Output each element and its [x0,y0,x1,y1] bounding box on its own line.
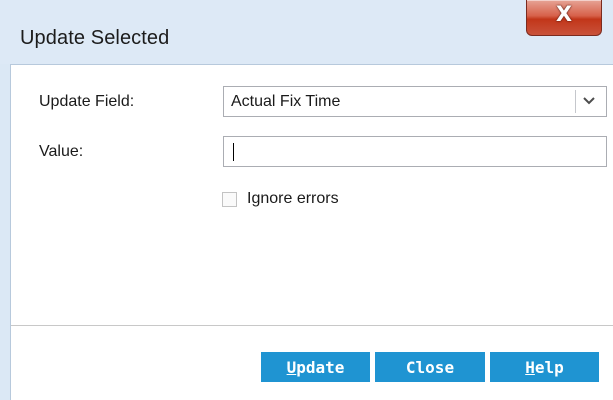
close-button[interactable]: Close [375,352,485,382]
close-icon: X [555,2,573,26]
ignore-errors-checkbox[interactable] [222,192,237,207]
update-label-rest: pdate [296,358,345,377]
help-accelerator: H [525,358,535,377]
footer-divider [11,325,613,326]
update-button[interactable]: Update [261,352,370,382]
help-button[interactable]: Help [490,352,599,382]
close-window-button[interactable]: X [526,0,602,36]
help-label-rest: elp [534,358,564,377]
chevron-down-icon[interactable] [580,93,598,109]
value-input[interactable] [223,136,607,167]
update-field-label: Update Field: [39,93,135,110]
select-divider [575,90,576,113]
dialog-title: Update Selected [20,27,170,49]
value-label: Value: [39,143,84,160]
ignore-errors-label[interactable]: Ignore errors [247,190,339,208]
update-accelerator: U [286,358,297,377]
dialog-body: Update Field: Actual Fix Time Value: Ign… [10,64,613,400]
update-field-selected-value: Actual Fix Time [231,93,341,110]
text-caret [233,143,234,161]
dialog-window: Update Selected X Update Field: Actual F… [0,0,613,400]
update-field-select[interactable]: Actual Fix Time [223,86,607,117]
title-bar[interactable]: Update Selected X [0,0,613,64]
